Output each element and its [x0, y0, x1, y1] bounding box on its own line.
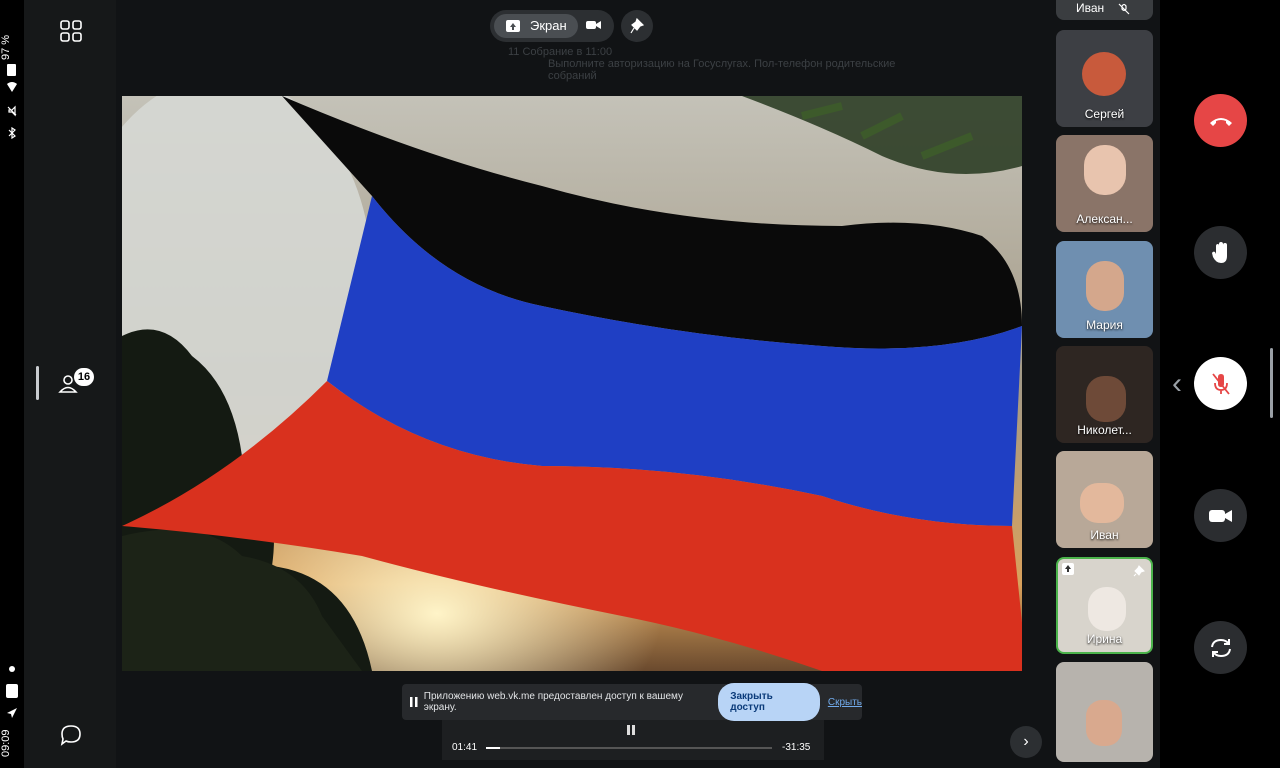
close-access-button[interactable]: Закрыть доступ: [718, 683, 820, 721]
shared-screen: [122, 96, 1022, 671]
chevron-right-icon: ›: [1023, 733, 1029, 750]
raise-hand-button[interactable]: [1194, 226, 1247, 279]
bluetooth-icon: [6, 126, 18, 140]
microphone-toggle-button[interactable]: [1194, 357, 1247, 410]
end-call-button[interactable]: [1194, 94, 1247, 147]
participant-tile-ivan-top[interactable]: Иван: [1056, 0, 1153, 20]
participant-name: Ирина: [1086, 632, 1123, 646]
screen-share-icon: [1062, 563, 1074, 575]
camera-icon: [1208, 509, 1232, 522]
mute-icon: [6, 104, 18, 117]
app-notification-icon: [6, 684, 18, 698]
pin-button[interactable]: [621, 10, 653, 42]
collapse-panel-arrow[interactable]: ‹: [1172, 368, 1184, 400]
participant-name: Николет...: [1077, 423, 1132, 437]
edge-scroll-handle[interactable]: [1270, 348, 1273, 418]
hide-link[interactable]: Скрыть: [828, 697, 862, 708]
bg-chat-line-1: 11 Собрание в 11:00: [508, 46, 613, 58]
mic-off-icon: [1211, 372, 1230, 395]
switch-camera-button[interactable]: [1194, 621, 1247, 674]
clock: 09:09: [0, 729, 12, 757]
seek-bar[interactable]: [486, 747, 772, 749]
screen-share-icon: [506, 20, 520, 32]
participant-name: Иван: [1076, 1, 1105, 15]
video-face: [1084, 145, 1126, 195]
mic-off-icon: [1118, 3, 1130, 15]
video-face: [1080, 483, 1124, 523]
left-rail: 16: [24, 0, 116, 768]
participant-tile-sergey[interactable]: Сергей: [1056, 30, 1153, 127]
hand-icon: [1211, 241, 1227, 263]
chat-icon[interactable]: [59, 724, 83, 746]
participant-tile-maria[interactable]: Мария: [1056, 241, 1153, 338]
participant-tile-nikoletta[interactable]: Николет...: [1056, 346, 1153, 443]
status-bar: 97 % 09:09: [0, 0, 24, 768]
participant-name: Алексан...: [1076, 212, 1133, 226]
hang-up-icon: [1209, 117, 1232, 126]
remaining-time: -31:35: [782, 742, 811, 753]
participants-count-badge: 16: [74, 368, 94, 386]
bg-chat-line-3: собраний: [548, 70, 597, 82]
participant-name: Мария: [1086, 318, 1123, 332]
participant-tile-irina[interactable]: Ирина: [1056, 557, 1153, 654]
video-face: [1086, 376, 1126, 422]
wifi-icon: [6, 80, 18, 92]
pin-icon: [1133, 565, 1145, 577]
notice-text: Приложению web.vk.me предоставлен доступ…: [423, 691, 683, 713]
participant-name: Сергей: [1084, 107, 1125, 121]
next-page-button[interactable]: ›: [1010, 726, 1042, 758]
video-face: [1086, 700, 1122, 746]
rail-indicator: [36, 366, 39, 400]
camera-toggle-button[interactable]: [1194, 489, 1247, 542]
participant-tile-aleksandra[interactable]: Алексан...: [1056, 135, 1153, 232]
screen-share-notice: Приложению web.vk.me предоставлен доступ…: [402, 683, 862, 721]
participant-name: Иван: [1090, 528, 1119, 542]
participant-tile-ivan[interactable]: Иван: [1056, 451, 1153, 548]
bg-chat-line-2: Выполните авторизацию на Госуслугах. Пол…: [548, 58, 896, 70]
battery-level: 97 %: [0, 34, 12, 60]
pause-icon[interactable]: [626, 722, 636, 735]
elapsed-time: 01:41: [452, 742, 478, 753]
notification-dot: [9, 666, 15, 672]
screen-tab-label: Экран: [530, 18, 567, 33]
camera-tab-icon[interactable]: [586, 18, 602, 32]
video-face: [1088, 587, 1126, 631]
location-icon: [6, 706, 18, 718]
battery-icon: [7, 64, 16, 76]
pause-icon[interactable]: [410, 697, 418, 707]
video-face: [1086, 261, 1124, 311]
seek-progress: [486, 747, 501, 749]
screen-tab[interactable]: Экран: [494, 14, 578, 38]
pin-icon: [630, 18, 644, 34]
avatar: [1082, 52, 1126, 96]
media-player: 01:41 -31:35: [442, 720, 824, 760]
rotate-icon: [1210, 638, 1231, 657]
participant-tile-unnamed[interactable]: [1056, 662, 1153, 762]
shared-video-frame: [122, 96, 1022, 671]
grid-icon[interactable]: [60, 20, 82, 42]
